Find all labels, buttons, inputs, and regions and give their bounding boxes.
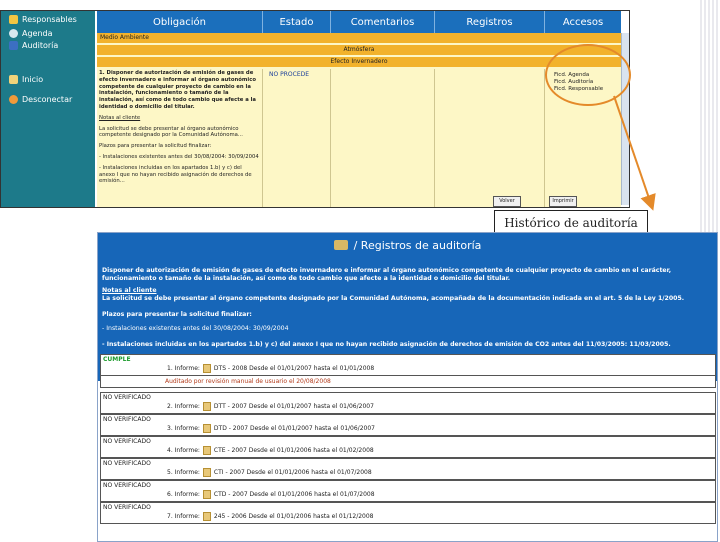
record-text[interactable]: 245 - 2006 Desde el 01/01/2006 hasta el … xyxy=(214,513,374,520)
obligation-text: 1. Disponer de autorización de emisión d… xyxy=(99,70,259,189)
document-icon[interactable] xyxy=(202,490,211,499)
grid-header: Obligación Estado Comentarios Registros … xyxy=(97,11,621,33)
sidebar-item-label: Desconectar xyxy=(22,95,73,104)
table-row[interactable]: NO VERIFICADO 6. Informe: CTD - 2007 Des… xyxy=(100,480,716,502)
audit-deadline-line: - Instalaciones existentes antes del 30/… xyxy=(102,325,289,332)
sidebar-item-inicio[interactable]: Inicio xyxy=(9,75,43,84)
record-text[interactable]: CTE - 2007 Desde el 01/01/2006 hasta el … xyxy=(214,447,374,454)
column-header-obligacion[interactable]: Obligación xyxy=(97,11,263,33)
audit-title-bar: / Registros de auditoría xyxy=(98,233,717,257)
document-icon[interactable] xyxy=(202,364,211,373)
document-icon[interactable] xyxy=(202,402,211,411)
record-text[interactable]: DTS - 2008 Desde el 01/01/2007 hasta el … xyxy=(214,365,374,372)
home-icon xyxy=(9,75,18,84)
book-icon xyxy=(9,41,18,50)
sidebar-item-agenda[interactable]: Agenda xyxy=(9,29,53,38)
record-report: 1. Informe: DTS - 2008 Desde el 01/01/20… xyxy=(167,364,374,373)
table-row[interactable]: NO VERIFICADO 5. Informe: CTI - 2007 Des… xyxy=(100,458,716,480)
audit-deadline-heading: Plazos para presentar la solicitud final… xyxy=(102,311,252,318)
document-icon[interactable] xyxy=(202,446,211,455)
audit-notes-heading: Notas al cliente xyxy=(102,287,157,294)
column-header-registros[interactable]: Registros xyxy=(435,11,545,33)
star-icon xyxy=(9,15,18,24)
record-report: 3. Informe: DTD - 2007 Desde el 01/01/20… xyxy=(167,424,375,433)
column-header-estado[interactable]: Estado xyxy=(263,11,331,33)
sidebar-item-label: Responsables xyxy=(22,15,77,24)
record-report: 5. Informe: CTI - 2007 Desde el 01/01/20… xyxy=(167,468,372,477)
record-label: 5. Informe: xyxy=(167,469,200,476)
record-status: NO VERIFICADO xyxy=(103,460,151,467)
cell-comentarios xyxy=(331,69,435,207)
record-text[interactable]: CTI - 2007 Desde el 01/01/2006 hasta el … xyxy=(214,469,372,476)
audit-title: / Registros de auditoría xyxy=(353,238,482,252)
status-value: NO PROCEDE xyxy=(269,71,310,78)
deadline-line: - Instalaciones existentes antes del 30/… xyxy=(99,153,259,160)
sidebar: Responsables Agenda Auditoría Inicio Des… xyxy=(1,11,95,207)
record-report: 4. Informe: CTE - 2007 Desde el 01/01/20… xyxy=(167,446,374,455)
column-header-accesos[interactable]: Accesos xyxy=(545,11,621,33)
sidebar-item-label: Auditoría xyxy=(22,41,59,50)
record-label: 4. Informe: xyxy=(167,447,200,454)
record-status: NO VERIFICADO xyxy=(103,504,151,511)
obligation-window: Responsables Agenda Auditoría Inicio Des… xyxy=(0,10,630,208)
cell-estado xyxy=(263,69,331,207)
table-row[interactable]: CUMPLE 1. Informe: DTS - 2008 Desde el 0… xyxy=(100,354,716,376)
record-status: NO VERIFICADO xyxy=(103,438,151,445)
exit-icon xyxy=(9,95,18,104)
sidebar-item-responsables[interactable]: Responsables xyxy=(9,15,77,24)
grid-body: Medio Ambiente Atmósfera Efecto Invernad… xyxy=(97,33,621,207)
group-row-efecto-invernadero: Efecto Invernadero xyxy=(97,57,621,67)
group-row-medio-ambiente: Medio Ambiente xyxy=(97,33,621,43)
record-label: 6. Informe: xyxy=(167,491,200,498)
record-label: 7. Informe: xyxy=(167,513,200,520)
sidebar-item-label: Inicio xyxy=(22,75,44,84)
record-status: NO VERIFICADO xyxy=(103,394,151,401)
deadline-heading: Plazos para presentar la solicitud final… xyxy=(99,143,212,150)
notes-paragraph: La solicitud se debe presentar al órgano… xyxy=(99,125,243,139)
highlight-ellipse xyxy=(545,44,631,106)
record-report: 6. Informe: CTD - 2007 Desde el 01/01/20… xyxy=(167,490,375,499)
table-row[interactable]: NO VERIFICADO 2. Informe: DTT - 2007 Des… xyxy=(100,392,716,414)
table-row[interactable]: NO VERIFICADO 7. Informe: 245 - 2006 Des… xyxy=(100,502,716,524)
table-row[interactable]: NO VERIFICADO 4. Informe: CTE - 2007 Des… xyxy=(100,436,716,458)
record-report: 2. Informe: DTT - 2007 Desde el 01/01/20… xyxy=(167,402,374,411)
obligation-paragraph: 1. Disponer de autorización de emisión d… xyxy=(99,70,257,110)
sidebar-item-auditoria[interactable]: Auditoría xyxy=(9,41,58,50)
record-text[interactable]: DTT - 2007 Desde el 01/01/2007 hasta el … xyxy=(214,403,374,410)
notes-heading: Notas al cliente xyxy=(99,114,141,121)
document-icon[interactable] xyxy=(202,468,211,477)
table-row[interactable]: NO VERIFICADO 3. Informe: DTD - 2007 Des… xyxy=(100,414,716,436)
sidebar-item-desconectar[interactable]: Desconectar xyxy=(9,95,72,104)
records-icon xyxy=(333,240,348,250)
obligation-grid: Obligación Estado Comentarios Registros … xyxy=(97,11,621,207)
cell-registros xyxy=(435,69,545,207)
gear-icon xyxy=(9,29,18,38)
document-icon[interactable] xyxy=(202,424,211,433)
print-button[interactable]: Imprimir xyxy=(549,196,577,207)
record-status: CUMPLE xyxy=(103,356,131,363)
record-label: 2. Informe: xyxy=(167,403,200,410)
record-status: NO VERIFICADO xyxy=(103,416,151,423)
record-text[interactable]: CTD - 2007 Desde el 01/01/2006 hasta el … xyxy=(214,491,375,498)
deadline-line: - Instalaciones incluidas en los apartad… xyxy=(99,164,252,185)
audit-note-text: Auditado por revisión manual de usuario … xyxy=(165,378,331,385)
document-icon[interactable] xyxy=(202,512,211,521)
audit-window: / Registros de auditoría Disponer de aut… xyxy=(97,232,718,542)
sidebar-item-label: Agenda xyxy=(22,29,53,38)
record-label: 3. Informe: xyxy=(167,425,200,432)
record-text[interactable]: DTD - 2007 Desde el 01/01/2007 hasta el … xyxy=(214,425,375,432)
column-header-comentarios[interactable]: Comentarios xyxy=(331,11,435,33)
audit-obligation: Disponer de autorización de emisión de g… xyxy=(102,267,672,282)
back-button[interactable]: Volver xyxy=(493,196,521,207)
record-report: 7. Informe: 245 - 2006 Desde el 01/01/20… xyxy=(167,512,374,521)
group-row-atmosfera: Atmósfera xyxy=(97,45,621,55)
audit-deadline-line: - Instalaciones incluidas en los apartad… xyxy=(102,341,671,348)
audit-notes-text: La solicitud se debe presentar al órgano… xyxy=(102,295,685,302)
record-label: 1. Informe: xyxy=(167,365,200,372)
audit-note-row: Auditado por revisión manual de usuario … xyxy=(100,376,716,388)
record-status: NO VERIFICADO xyxy=(103,482,151,489)
